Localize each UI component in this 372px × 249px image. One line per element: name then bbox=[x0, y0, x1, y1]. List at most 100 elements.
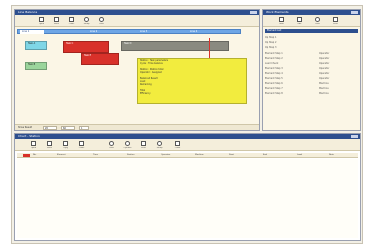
toolbar-open-button[interactable]: Open bbox=[29, 140, 38, 150]
column-header[interactable]: End bbox=[263, 153, 267, 157]
task-block[interactable]: Task B bbox=[25, 62, 47, 70]
detail-line: Efficiency bbox=[140, 92, 151, 95]
list-item[interactable]: Op Step 3 bbox=[265, 46, 358, 50]
toolbar-close-button[interactable]: Close bbox=[173, 140, 182, 150]
list-item[interactable]: Load Check Operator bbox=[265, 62, 358, 66]
list-item[interactable]: Element Step 6 Machine bbox=[265, 82, 358, 86]
tab-label: Line 4 bbox=[190, 30, 198, 33]
column-header[interactable]: Machine bbox=[195, 153, 204, 157]
task-block[interactable]: Task C bbox=[63, 41, 109, 53]
status-field[interactable]: 20 bbox=[43, 126, 57, 130]
window-title: Chart - Station bbox=[18, 134, 40, 138]
gear-icon bbox=[84, 17, 89, 22]
list-item[interactable]: Op Step 1 bbox=[265, 36, 358, 40]
toolbar-find-button[interactable]: Find bbox=[107, 140, 116, 150]
chart-table-header: No. Element Time Station Operator Machin… bbox=[17, 153, 358, 158]
list-item[interactable]: Op Step 2 bbox=[265, 41, 358, 45]
toolbar-print-button[interactable]: Print bbox=[139, 140, 148, 150]
toolbar-save-button[interactable]: Save bbox=[45, 140, 54, 150]
column-header[interactable]: Start bbox=[229, 153, 234, 157]
list-item-name: Element Step 3 bbox=[265, 67, 283, 70]
document-icon bbox=[279, 17, 284, 22]
list-item[interactable]: Element Step 1 Operator bbox=[265, 52, 358, 56]
column-header[interactable]: Operator bbox=[161, 153, 170, 157]
toolbar-label: Find bbox=[99, 23, 104, 25]
column-header[interactable]: Time bbox=[93, 153, 98, 157]
toolbar-label: Open bbox=[30, 147, 37, 149]
tab-line-1[interactable]: Line 1 bbox=[20, 30, 44, 34]
list-item-name: Op Step 3 bbox=[265, 46, 277, 49]
toolbar-label: Open bbox=[38, 23, 45, 25]
column-header[interactable]: Station bbox=[127, 153, 134, 157]
column-header[interactable]: Note bbox=[329, 153, 334, 157]
task-block[interactable]: Task A bbox=[25, 41, 47, 50]
list-item-name: Op Step 1 bbox=[265, 36, 277, 39]
toolbar-label: Save bbox=[47, 147, 52, 149]
search-icon bbox=[109, 141, 114, 146]
tab-line-3[interactable]: Line 3 bbox=[138, 30, 166, 34]
row-marker bbox=[23, 154, 30, 157]
list-item[interactable]: Element Step 4 Operator bbox=[265, 72, 358, 76]
task-block[interactable]: Task D bbox=[121, 41, 229, 51]
status-field[interactable]: 1 bbox=[79, 126, 89, 130]
toolbar-label: Copy bbox=[62, 147, 69, 149]
document-icon bbox=[333, 17, 338, 22]
toolbar-options-button[interactable]: Options bbox=[123, 140, 132, 150]
toolbar-find-button[interactable]: Find bbox=[97, 16, 106, 26]
window-controls[interactable] bbox=[250, 11, 257, 14]
list-item-value: Machine bbox=[319, 82, 329, 85]
list-item-name: Element Step 5 bbox=[265, 77, 283, 80]
list-item[interactable]: Element Step 3 Operator bbox=[265, 67, 358, 71]
tab-label: Line 3 bbox=[140, 30, 148, 33]
work-elements-window: Work Elements New Edit Find Print Elemen… bbox=[262, 9, 361, 131]
toolbar-copy-button[interactable]: Copy bbox=[61, 140, 70, 150]
toolbar-setup-button[interactable]: Setup bbox=[155, 140, 164, 150]
toolbar-setup-button[interactable]: Setup bbox=[82, 16, 91, 26]
toolbar-save-button[interactable]: Save bbox=[52, 16, 61, 26]
close-icon bbox=[175, 141, 180, 146]
list-item[interactable]: Element Step 2 Operator bbox=[265, 57, 358, 61]
window-title: Work Elements bbox=[266, 10, 289, 14]
toolbar-label: Setup bbox=[156, 147, 163, 149]
task-label: Task A bbox=[28, 42, 36, 45]
column-header[interactable]: Load bbox=[297, 153, 302, 157]
toolbar-chart-button[interactable]: Chart bbox=[67, 16, 76, 26]
toolbar-label: Edit bbox=[297, 23, 302, 25]
column-header[interactable]: Element bbox=[57, 153, 66, 157]
toolbar-new-button[interactable]: New bbox=[277, 16, 286, 26]
task-block[interactable]: Task E bbox=[81, 53, 119, 65]
document-icon bbox=[47, 141, 52, 146]
line-balance-window: Line Balance Open Save Chart Setup Find … bbox=[14, 9, 260, 131]
toolbar-label: Chart bbox=[78, 147, 85, 149]
list-item-value: Operator bbox=[319, 62, 330, 65]
list-item[interactable]: Element Step 8 Machine bbox=[265, 92, 358, 96]
chart-window: Chart - Station Open Save Copy Chart Fin… bbox=[14, 133, 361, 241]
toolbar-find-button[interactable]: Find bbox=[313, 16, 322, 26]
toolbar-open-button[interactable]: Open bbox=[37, 16, 46, 26]
toolbar-label: Print bbox=[141, 147, 146, 149]
gear-icon bbox=[157, 141, 162, 146]
document-icon bbox=[297, 17, 302, 22]
toolbar-label: Print bbox=[333, 23, 338, 25]
chart-body[interactable] bbox=[17, 159, 358, 238]
column-header[interactable]: No. bbox=[33, 153, 36, 157]
window-controls[interactable] bbox=[351, 11, 358, 14]
toolbar-chart-button[interactable]: Chart bbox=[77, 140, 86, 150]
toolbar-print-button[interactable]: Print bbox=[331, 16, 340, 26]
list-item[interactable]: Element Step 7 Machine bbox=[265, 87, 358, 91]
tab-line-2[interactable]: Line 2 bbox=[88, 30, 116, 34]
toolbar-label: Find bbox=[315, 23, 320, 25]
list-item-name: Element Step 2 bbox=[265, 57, 283, 60]
list-item-value: Operator bbox=[319, 57, 330, 60]
list-item[interactable]: Element Step 5 Operator bbox=[265, 77, 358, 81]
tab-line-4[interactable]: Line 4 bbox=[188, 30, 216, 34]
window-controls[interactable] bbox=[351, 135, 358, 138]
document-icon bbox=[63, 141, 68, 146]
task-label: Task C bbox=[66, 42, 74, 45]
status-label: Show Result bbox=[18, 126, 33, 129]
detail-panel: Station : Task parameters Cycle : Time b… bbox=[137, 58, 247, 104]
list-item-value: Operator bbox=[319, 72, 330, 75]
document-icon bbox=[141, 141, 146, 146]
status-field[interactable]: 60 bbox=[61, 126, 75, 130]
toolbar-edit-button[interactable]: Edit bbox=[295, 16, 304, 26]
